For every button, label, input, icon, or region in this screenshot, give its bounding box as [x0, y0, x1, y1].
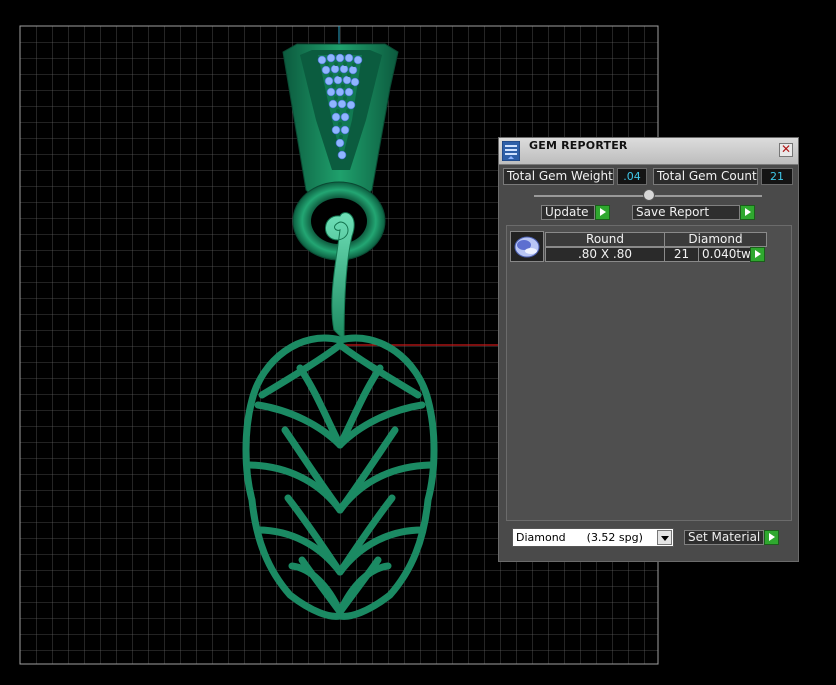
slider-thumb[interactable] — [643, 189, 655, 201]
gem-reporter-titlebar[interactable]: GEM REPORTER ✕ — [499, 138, 798, 165]
gem-reporter-panel: GEM REPORTER ✕ Total Gem Weight .04 Tota… — [498, 137, 799, 562]
set-material-button[interactable]: Set Material — [684, 530, 764, 545]
total-gem-weight-value: .04 — [617, 168, 647, 185]
gem-material-header: Diamond — [664, 232, 767, 247]
total-gem-count-label: Total Gem Count — [653, 168, 758, 185]
gem-count-cell: 21 — [664, 247, 699, 262]
save-report-go-icon[interactable] — [740, 205, 755, 220]
update-button[interactable]: Update — [541, 205, 595, 220]
total-gem-count-value: 21 — [761, 168, 793, 185]
total-gem-weight-label: Total Gem Weight — [503, 168, 614, 185]
material-select[interactable]: Diamond (3.52 spg) — [512, 528, 674, 547]
gem-weight-cell: 0.040tw — [698, 247, 751, 262]
close-icon: ✕ — [780, 142, 792, 156]
save-report-button[interactable]: Save Report — [632, 205, 740, 220]
gem-shape-header: Round — [545, 232, 665, 247]
round-gem-icon — [514, 236, 540, 258]
round-gem-thumbnail[interactable] — [510, 231, 544, 262]
gem-list[interactable]: Round Diamond .80 X .80 21 0.040tw — [506, 225, 792, 521]
close-button[interactable]: ✕ — [779, 143, 793, 157]
set-material-go-icon[interactable] — [764, 530, 779, 545]
gem-size-cell: .80 X .80 — [545, 247, 665, 262]
gem-row-go-icon[interactable] — [750, 247, 765, 262]
chevron-down-icon[interactable] — [657, 530, 672, 545]
gem-report-icon — [502, 141, 520, 161]
update-go-icon[interactable] — [595, 205, 610, 220]
material-select-value: Diamond (3.52 spg) — [516, 531, 643, 544]
panel-title: GEM REPORTER — [529, 139, 628, 152]
